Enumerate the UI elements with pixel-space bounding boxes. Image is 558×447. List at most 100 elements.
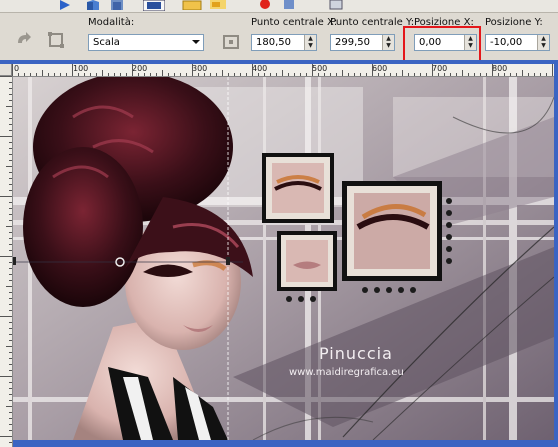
ruler-tick: [426, 73, 427, 76]
ruler-label: 0: [14, 64, 20, 73]
ruler-tick: [282, 70, 283, 76]
ruler-tick: [9, 370, 12, 371]
ruler-tick: [9, 262, 12, 263]
ruler-tick: [546, 73, 547, 76]
stamp-icon[interactable]: [328, 0, 344, 10]
center-x-input[interactable]: 180,50 ▲ ▼: [251, 34, 317, 51]
ruler-tick: [168, 73, 169, 76]
ruler-tick: [366, 73, 367, 76]
ruler-tick: [228, 73, 229, 76]
ruler-tick: [9, 430, 12, 431]
ruler-tick: [9, 412, 12, 413]
center-x-spinner[interactable]: ▲ ▼: [304, 35, 316, 50]
pos-y-spinner[interactable]: ▲ ▼: [537, 35, 549, 50]
ruler-tick: [204, 73, 205, 76]
ruler-tick: [330, 73, 331, 76]
pos-y-input[interactable]: -10,00 ▲ ▼: [485, 34, 550, 51]
ruler-tick: [240, 73, 241, 76]
center-y-spinner[interactable]: ▲ ▼: [382, 35, 394, 50]
ruler-tick: [156, 73, 157, 76]
ruler-tick: [198, 73, 199, 76]
ruler-tick: [420, 73, 421, 76]
layers-icon[interactable]: [109, 0, 125, 10]
folder-icon[interactable]: [182, 0, 202, 10]
ruler-tick: [432, 64, 433, 76]
ruler-tick: [6, 286, 12, 287]
grid-icon[interactable]: [143, 0, 165, 11]
ruler-tick: [9, 214, 12, 215]
flag-icon[interactable]: [209, 0, 229, 10]
ruler-tick: [0, 196, 12, 197]
ruler-tick: [534, 73, 535, 76]
ruler-tick: [336, 73, 337, 76]
ruler-tick: [0, 136, 12, 137]
selection-handle[interactable]: [226, 257, 230, 265]
ruler-label: 700: [432, 64, 448, 73]
ruler-tick: [0, 376, 12, 377]
ruler-tick: [468, 73, 469, 76]
ruler-tick: [348, 73, 349, 76]
ruler-tick: [498, 73, 499, 76]
ruler-tick: [9, 232, 12, 233]
ruler-tick: [96, 73, 97, 76]
chevron-down-icon: [192, 40, 200, 44]
ruler-tick: [9, 400, 12, 401]
center-y-label: Punto centrale Y:: [330, 17, 415, 28]
ruler-tick: [384, 73, 385, 76]
ruler-tick: [78, 73, 79, 76]
ruler-tick: [174, 73, 175, 76]
ruler-tick: [504, 73, 505, 76]
ruler-tick: [396, 73, 397, 76]
ruler-tick: [462, 70, 463, 76]
ruler-tick: [246, 73, 247, 76]
center-y-input[interactable]: 299,50 ▲ ▼: [330, 34, 395, 51]
ruler-tick: [318, 73, 319, 76]
artwork: [13, 77, 554, 440]
ruler-tick: [480, 73, 481, 76]
ruler-tick: [9, 190, 12, 191]
ruler-tick: [6, 166, 12, 167]
ruler-tick: [342, 70, 343, 76]
ruler-label: 800: [492, 64, 508, 73]
ruler-tick: [114, 73, 115, 76]
pos-y-value: -10,00: [490, 37, 523, 48]
ruler-tick: [6, 106, 12, 107]
ruler-tick: [0, 436, 12, 437]
ruler-tick: [0, 316, 12, 317]
paint-icon[interactable]: [281, 0, 297, 10]
deform-icon[interactable]: [46, 30, 68, 50]
ruler-tick: [474, 73, 475, 76]
ruler-tick: [288, 73, 289, 76]
vertical-ruler[interactable]: [0, 76, 13, 447]
ruler-tick: [9, 280, 12, 281]
rotate-icon[interactable]: [14, 31, 36, 49]
ruler-tick: [252, 64, 253, 76]
ruler-tick: [486, 73, 487, 76]
transform-icon[interactable]: [221, 33, 241, 51]
ruler-tick: [258, 73, 259, 76]
ruler-tick: [90, 73, 91, 76]
ruler-tick: [210, 73, 211, 76]
ruler-tick: [0, 256, 12, 257]
ruler-tick: [42, 70, 43, 76]
ruler-tick: [9, 178, 12, 179]
horizontal-ruler[interactable]: 0 100 200 300 400 500 600 700 800: [12, 64, 554, 77]
ruler-tick: [9, 340, 12, 341]
ruler-tick: [24, 73, 25, 76]
cube-icon[interactable]: [85, 0, 101, 10]
ruler-tick: [9, 274, 12, 275]
mode-dropdown[interactable]: Scala: [88, 34, 204, 51]
ruler-tick: [456, 73, 457, 76]
ruler-tick: [294, 73, 295, 76]
record-icon[interactable]: [257, 0, 273, 10]
ruler-tick: [324, 73, 325, 76]
ruler-tick: [132, 64, 133, 76]
ruler-label: 600: [372, 64, 388, 73]
ruler-tick: [438, 73, 439, 76]
ruler-tick: [9, 238, 12, 239]
selection-handle[interactable]: [13, 257, 16, 265]
ruler-tick: [84, 73, 85, 76]
image-canvas[interactable]: Pinuccia www.maidiregrafica.eu: [13, 77, 554, 440]
arrow-icon[interactable]: [57, 0, 73, 10]
ruler-tick: [9, 148, 12, 149]
